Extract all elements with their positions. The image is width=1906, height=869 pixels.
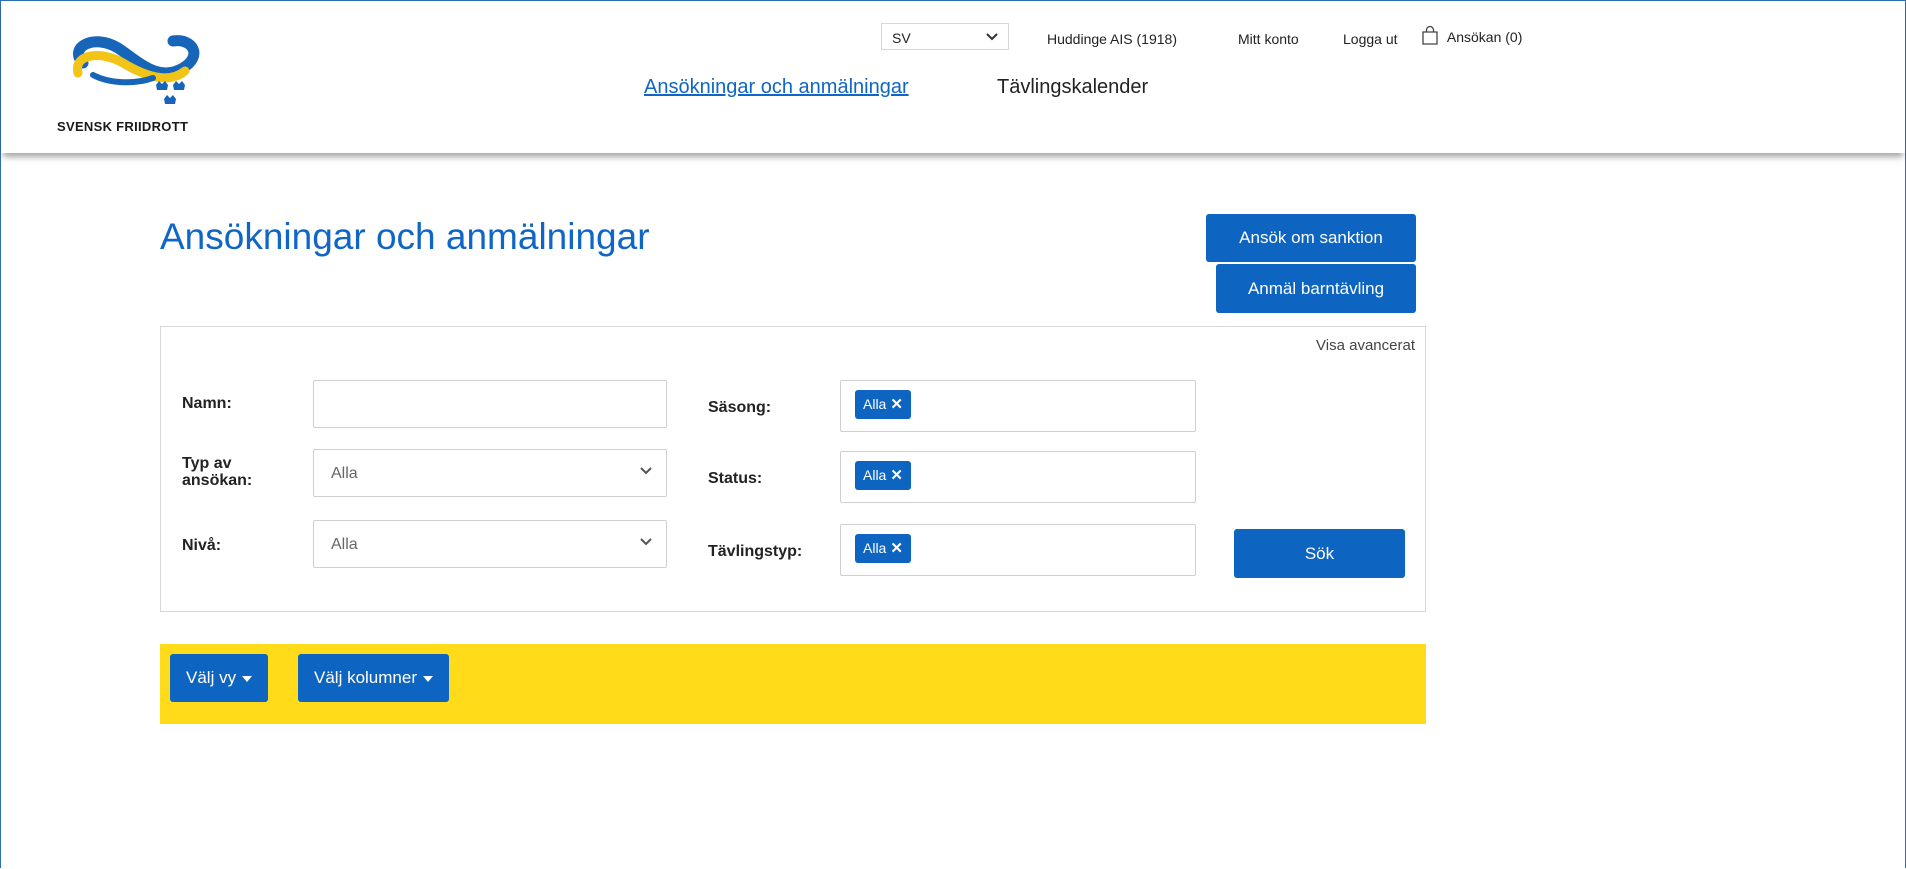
site-header: SVENSK FRIIDROTT SV Huddinge AIS (1918) … xyxy=(1,1,1905,153)
chevron-down-icon xyxy=(640,467,652,475)
filter-panel: Visa avancerat Namn: Typ av ansökan: All… xyxy=(160,326,1426,612)
club-link[interactable]: Huddinge AIS (1918) xyxy=(1047,31,1177,47)
season-label: Säsong: xyxy=(708,399,772,416)
chevron-down-icon xyxy=(986,33,998,41)
name-input[interactable] xyxy=(313,380,667,428)
choose-view-dropdown[interactable]: Välj vy xyxy=(170,654,269,702)
remove-tag-icon[interactable]: ✕ xyxy=(890,467,903,484)
competition-type-label: Tävlingstyp: xyxy=(708,543,803,560)
svensk-friidrott-logo[interactable]: SVENSK FRIIDROTT xyxy=(57,23,233,143)
my-account-link[interactable]: Mitt konto xyxy=(1238,31,1299,47)
cart-link[interactable]: Ansökan (0) xyxy=(1421,25,1522,45)
language-select[interactable]: SV xyxy=(881,23,1009,50)
caret-down-icon xyxy=(423,675,433,682)
level-select[interactable]: Alla xyxy=(313,520,667,568)
choose-columns-dropdown[interactable]: Välj kolumner xyxy=(298,654,449,702)
name-label: Namn: xyxy=(182,395,232,412)
status-tag-label: Alla xyxy=(863,467,887,483)
caret-down-icon xyxy=(242,675,253,682)
application-type-select[interactable]: Alla xyxy=(313,449,667,497)
choose-columns-label: Välj kolumner xyxy=(314,668,417,687)
results-toolbar: Välj vy Välj kolumner xyxy=(160,644,1426,724)
season-tag[interactable]: Alla ✕ xyxy=(855,390,911,419)
chevron-down-icon xyxy=(640,538,652,546)
choose-view-label: Välj vy xyxy=(186,668,237,687)
apply-sanction-button[interactable]: Ansök om sanktion xyxy=(1206,214,1416,262)
status-multiselect[interactable]: Alla ✕ xyxy=(840,451,1196,503)
logout-link[interactable]: Logga ut xyxy=(1343,31,1398,47)
remove-tag-icon[interactable]: ✕ xyxy=(890,540,903,557)
shopping-bag-icon xyxy=(1422,25,1438,45)
logo-emblem-icon xyxy=(73,35,200,104)
competition-type-multiselect[interactable]: Alla ✕ xyxy=(840,524,1196,576)
level-value: Alla xyxy=(331,536,358,553)
season-tag-label: Alla xyxy=(863,396,887,412)
nav-applications[interactable]: Ansökningar och anmälningar xyxy=(644,76,909,99)
competition-type-tag-label: Alla xyxy=(863,540,887,556)
application-type-value: Alla xyxy=(331,465,358,482)
cart-label: Ansökan (0) xyxy=(1446,29,1523,45)
level-label: Nivå: xyxy=(182,537,222,554)
season-multiselect[interactable]: Alla ✕ xyxy=(840,380,1196,432)
language-select-value: SV xyxy=(892,30,911,46)
remove-tag-icon[interactable]: ✕ xyxy=(890,396,903,413)
show-advanced-link[interactable]: Visa avancerat xyxy=(1316,337,1415,354)
page-title: Ansökningar och anmälningar xyxy=(160,216,650,257)
status-tag[interactable]: Alla ✕ xyxy=(855,461,911,490)
register-kids-competition-button[interactable]: Anmäl barntävling xyxy=(1216,264,1416,313)
competition-type-tag[interactable]: Alla ✕ xyxy=(855,534,911,563)
search-button[interactable]: Sök xyxy=(1234,529,1405,578)
status-label: Status: xyxy=(708,470,763,487)
logo-wordmark: SVENSK FRIIDROTT xyxy=(57,119,189,134)
nav-competition-calendar[interactable]: Tävlingskalender xyxy=(997,76,1148,99)
application-type-label: Typ av ansökan: xyxy=(182,455,253,489)
